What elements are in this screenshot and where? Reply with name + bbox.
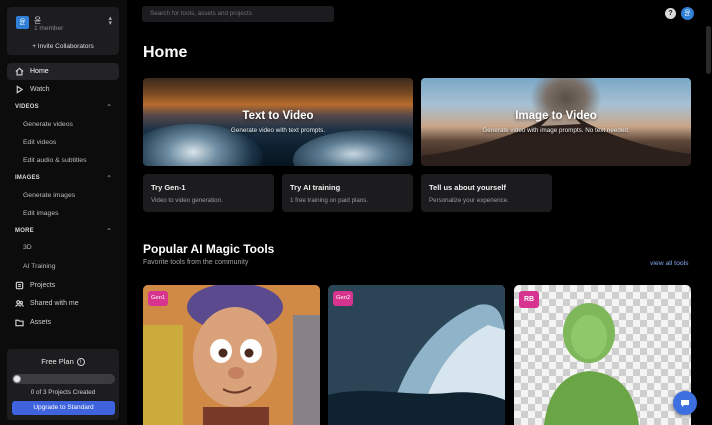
- hero-subtitle: Generate video with image prompts. No te…: [482, 127, 630, 134]
- invite-collaborators-button[interactable]: + Invite Collaborators: [7, 43, 119, 50]
- person-cutout-illustration: [544, 303, 639, 425]
- hero-title: Text to Video: [242, 110, 314, 122]
- try-gen1-card[interactable]: Try Gen-1 Video to video generation.: [143, 174, 274, 212]
- volcano-shape: [421, 114, 691, 166]
- chevron-up-icon: ⌃: [106, 104, 112, 111]
- section-videos[interactable]: VIDEOS ⌃: [15, 104, 112, 111]
- workspace-members: 1 member: [34, 25, 64, 32]
- help-icon[interactable]: ?: [665, 8, 676, 19]
- user-avatar[interactable]: 윤: [681, 7, 694, 20]
- section-subtitle: Favorite tools from the community: [143, 259, 249, 266]
- workspace-avatar: 윤: [16, 16, 29, 29]
- tool-badge: RB: [519, 291, 539, 308]
- page-title: Home: [143, 44, 188, 61]
- nav-edit-videos[interactable]: Edit videos: [23, 139, 56, 146]
- progress-knob: [13, 375, 21, 383]
- projects-icon: [15, 281, 24, 290]
- nav-generate-videos[interactable]: Generate videos: [23, 121, 73, 128]
- text-to-video-card[interactable]: Text to Video Generate video with text p…: [143, 78, 413, 166]
- card-title: Tell us about yourself: [429, 183, 506, 192]
- section-more-label: MORE: [15, 228, 34, 234]
- image-to-video-card[interactable]: Image to Video Generate video with image…: [421, 78, 691, 166]
- section-more[interactable]: MORE ⌃: [15, 228, 112, 235]
- tell-us-card[interactable]: Tell us about yourself Personalize your …: [421, 174, 552, 212]
- character-illustration: [143, 285, 320, 425]
- nav-home[interactable]: Home: [7, 63, 119, 80]
- nav-edit-audio-subtitles[interactable]: Edit audio & subtitles: [23, 157, 86, 164]
- nav-watch-label: Watch: [30, 86, 50, 93]
- wave-shape: [293, 130, 413, 166]
- upgrade-button[interactable]: Upgrade to Standard: [12, 401, 115, 415]
- chevron-up-icon: ⌃: [106, 175, 112, 182]
- wave-illustration: [328, 285, 505, 425]
- card-subtitle: 1 free training on paid plans.: [290, 197, 369, 204]
- chat-support-button[interactable]: [673, 391, 697, 415]
- projects-count: 0 of 3 Projects Created: [30, 389, 96, 396]
- nav-shared-label: Shared with me: [30, 300, 79, 307]
- users-icon: [15, 299, 24, 308]
- nav-assets[interactable]: Assets: [7, 314, 119, 331]
- nav-edit-images[interactable]: Edit images: [23, 210, 59, 217]
- section-images-label: IMAGES: [15, 175, 40, 181]
- view-all-tools-link[interactable]: view all tools: [650, 260, 689, 267]
- search-input[interactable]: Search for tools, assets and projects: [142, 6, 334, 22]
- nav-ai-training[interactable]: AI Training: [23, 263, 56, 270]
- section-images[interactable]: IMAGES ⌃: [15, 175, 112, 182]
- nav-assets-label: Assets: [30, 319, 52, 326]
- try-ai-training-card[interactable]: Try AI training 1 free training on paid …: [282, 174, 413, 212]
- folder-icon: [15, 318, 24, 327]
- section-videos-label: VIDEOS: [15, 104, 39, 110]
- card-title: Try AI training: [290, 183, 341, 192]
- sidebar: 윤 윤 1 member ▴ ▾ + Invite Collaborators H…: [0, 0, 127, 425]
- plan-card: Free Plan i 0 of 3 Projects Created Upgra…: [7, 349, 119, 420]
- chevron-up-icon: ⌃: [106, 228, 112, 235]
- card-subtitle: Video to video generation.: [151, 197, 223, 204]
- nav-shared[interactable]: Shared with me: [7, 295, 119, 312]
- tool-card-remove-background[interactable]: RB: [514, 285, 691, 425]
- nav-projects[interactable]: Projects: [7, 277, 119, 294]
- workspace-switcher[interactable]: 윤 윤 1 member ▴ ▾ + Invite Collaborators: [7, 7, 119, 55]
- projects-progress-bar: [12, 374, 115, 384]
- nav-generate-images[interactable]: Generate images: [23, 192, 75, 199]
- tool-card-gen1[interactable]: Gen1: [143, 285, 320, 425]
- section-title: Popular AI Magic Tools: [143, 242, 275, 256]
- plan-title-label: Free Plan: [41, 357, 74, 366]
- nav-home-label: Home: [30, 68, 49, 75]
- scrollbar[interactable]: [706, 26, 711, 74]
- chat-icon: [681, 400, 689, 407]
- tool-card-gen2[interactable]: Gen2: [328, 285, 505, 425]
- nav-3d[interactable]: 3D: [23, 244, 32, 251]
- tool-badge: Gen1: [148, 291, 169, 306]
- hero-title: Image to Video: [515, 110, 597, 122]
- tool-badge: Gen2: [333, 291, 354, 306]
- chevron-updown-icon[interactable]: ▴ ▾: [108, 15, 112, 27]
- play-icon: [15, 85, 24, 94]
- plan-title: Free Plan i: [7, 357, 119, 367]
- nav-watch[interactable]: Watch: [7, 81, 119, 98]
- home-icon: [15, 67, 24, 76]
- card-title: Try Gen-1: [151, 183, 186, 192]
- card-subtitle: Personalize your experience.: [429, 197, 509, 204]
- info-icon[interactable]: i: [76, 358, 85, 367]
- hero-subtitle: Generate video with text prompts.: [230, 127, 326, 134]
- nav-projects-label: Projects: [30, 282, 56, 289]
